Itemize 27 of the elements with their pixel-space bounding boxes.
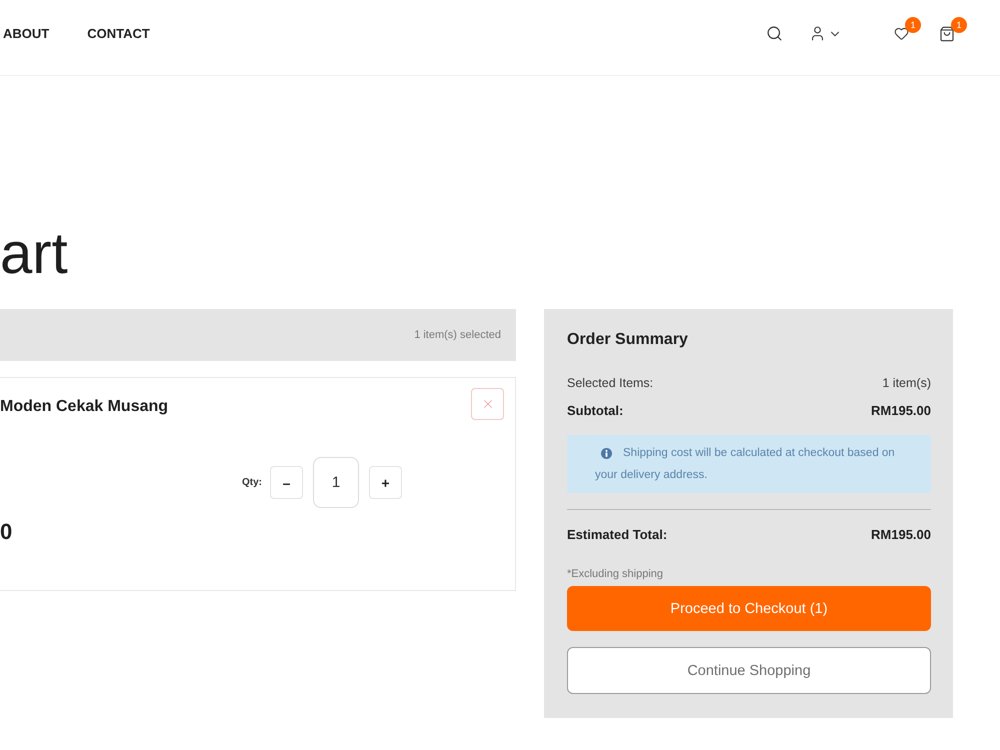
count-badge: 1 — [951, 16, 967, 32]
summary-label: Selected Items: — [567, 376, 654, 390]
notice-text: Shipping cost will be calculated at checkout based on your delivery address. — [595, 446, 896, 483]
quantity-field[interactable]: 1 — [313, 457, 359, 508]
item-price: 0 — [0, 519, 14, 545]
nav-link[interactable]: ABOUT — [3, 26, 50, 41]
summary-value: 1 item(s) — [882, 376, 931, 390]
user-icon[interactable] — [809, 25, 826, 42]
decrement-button[interactable]: – — [270, 466, 303, 499]
page-title: art — [0, 225, 69, 283]
info-icon — [601, 448, 612, 459]
shipping-note: *Excluding shipping — [567, 567, 664, 581]
search-icon[interactable] — [766, 25, 783, 42]
count-badge: 1 — [905, 17, 921, 33]
selection-count: 1 item(s) selected — [414, 329, 501, 341]
total-value: RM195.00 — [871, 526, 931, 542]
bag-icon[interactable] — [939, 26, 955, 42]
total-label: Estimated Total: — [567, 526, 668, 542]
increment-button[interactable]: + — [369, 466, 402, 499]
summary-label: Subtotal: — [567, 402, 624, 418]
summary-title: Order Summary — [567, 330, 689, 350]
product-name: Moden Cekak Musang — [0, 398, 168, 416]
nav-link[interactable]: CONTACT — [87, 26, 150, 41]
summary-value: RM195.00 — [871, 402, 931, 418]
continue-shopping-button[interactable]: Continue Shopping — [567, 647, 931, 694]
qty-label: Qty: — [242, 477, 262, 488]
heart-icon[interactable] — [894, 26, 909, 41]
